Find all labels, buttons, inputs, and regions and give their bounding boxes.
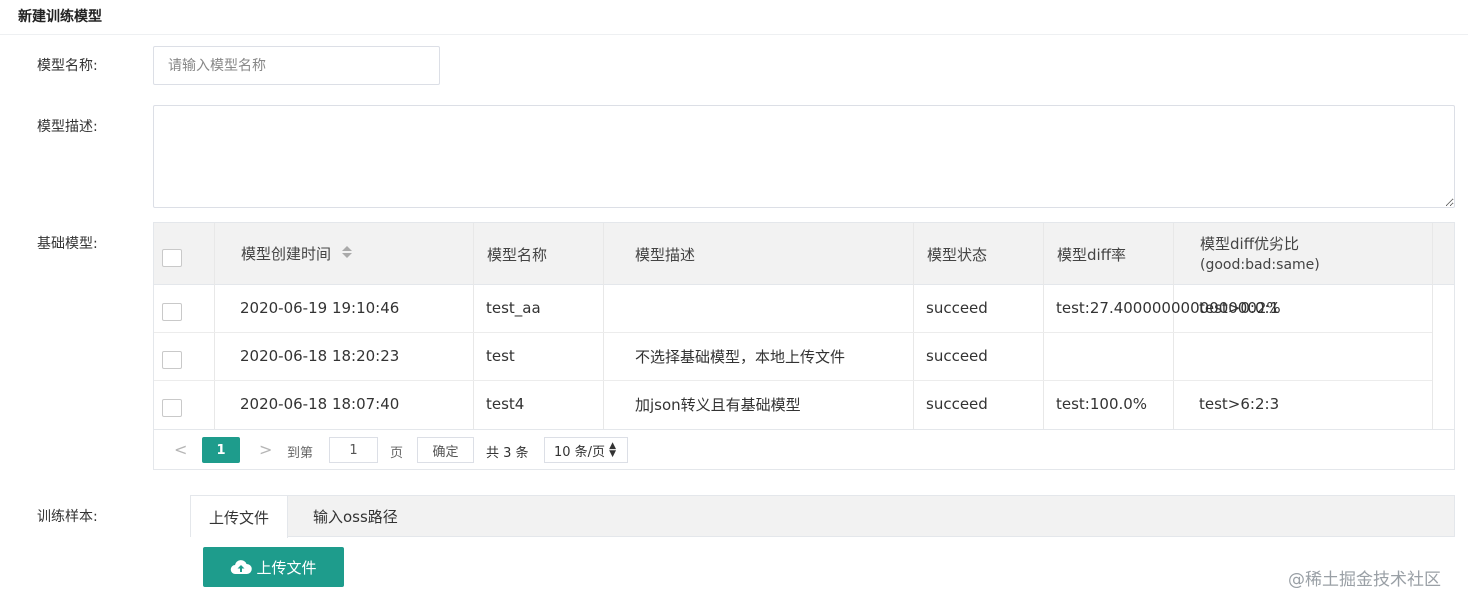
training-sample-label: 训练样本: <box>37 509 98 525</box>
select-caret-icon: ▲ ▼ <box>609 441 616 459</box>
cell-created: 2020-06-18 18:20:23 <box>240 347 400 365</box>
upload-file-button[interactable]: 上传文件 <box>203 547 344 587</box>
base-model-table: 模型创建时间 模型名称 模型描述 模型状态 模型diff率 模型diff优劣比 … <box>153 222 1455 470</box>
model-desc-textarea[interactable] <box>153 105 1455 208</box>
cloud-upload-icon <box>231 560 253 575</box>
page-size-value: 10 条/页 <box>554 444 606 460</box>
pagination: < 1 > 到第 页 确定 共 3 条 10 条/页 ▲▼ <box>154 429 1454 469</box>
cell-ratio: test>0:0:1 <box>1199 299 1280 317</box>
total-count: 共 3 条 <box>486 446 529 461</box>
column-divider <box>214 223 215 429</box>
header-created-time[interactable]: 模型创建时间 <box>241 241 353 265</box>
upload-file-label: 上传文件 <box>256 558 317 577</box>
header-status: 模型状态 <box>927 245 988 264</box>
sample-source-tabs: 上传文件 输入oss路径 <box>190 495 1455 538</box>
sort-icon[interactable] <box>341 246 353 260</box>
goto-label: 到第 <box>287 446 314 461</box>
model-desc-label: 模型描述: <box>37 119 98 135</box>
page-unit-label: 页 <box>390 446 404 461</box>
cell-name: test <box>486 347 515 365</box>
cell-ratio: test>6:2:3 <box>1199 395 1280 413</box>
row-checkbox[interactable] <box>162 399 182 417</box>
watermark: @稀土掘金技术社区 <box>1288 570 1441 590</box>
title-divider <box>0 34 1468 35</box>
header-desc: 模型描述 <box>635 245 696 264</box>
row-checkbox[interactable] <box>162 303 182 321</box>
cell-status: succeed <box>926 347 988 365</box>
cell-status: succeed <box>926 395 988 413</box>
cell-desc: 加json转义且有基础模型 <box>635 395 801 414</box>
base-model-label: 基础模型: <box>37 236 98 252</box>
column-divider <box>473 223 474 429</box>
tab-oss-path[interactable]: 输入oss路径 <box>295 496 416 537</box>
next-page-icon[interactable]: > <box>259 440 272 459</box>
row-checkbox[interactable] <box>162 351 182 369</box>
column-divider <box>913 223 914 429</box>
header-ratio-line2: (good:bad:same) <box>1200 257 1320 273</box>
cell-created: 2020-06-18 18:07:40 <box>240 395 400 413</box>
column-divider <box>1043 223 1044 429</box>
cell-status: succeed <box>926 299 988 317</box>
goto-confirm-button[interactable]: 确定 <box>417 437 474 463</box>
model-name-label: 模型名称: <box>37 58 98 74</box>
tab-upload-file[interactable]: 上传文件 <box>191 496 289 538</box>
page-1-button[interactable]: 1 <box>202 437 240 463</box>
column-divider <box>1432 223 1433 429</box>
model-name-input[interactable] <box>153 46 440 85</box>
cell-name: test4 <box>486 395 525 413</box>
header-created-time-label: 模型创建时间 <box>241 244 332 263</box>
prev-page-icon[interactable]: < <box>174 440 187 459</box>
row-divider <box>154 332 1432 333</box>
header-name: 模型名称 <box>487 245 548 264</box>
goto-page-input[interactable] <box>329 437 378 463</box>
cell-diff: test:100.0% <box>1056 395 1148 413</box>
select-all-checkbox[interactable] <box>162 249 182 267</box>
page-size-select[interactable]: 10 条/页 ▲ ▼ <box>544 437 628 463</box>
column-divider <box>1173 223 1174 429</box>
cell-name: test_aa <box>486 299 541 317</box>
row-divider <box>154 380 1432 381</box>
column-divider <box>603 223 604 429</box>
header-ratio-line1: 模型diff优劣比 <box>1200 234 1300 253</box>
page-title: 新建训练模型 <box>18 9 102 25</box>
header-diff: 模型diff率 <box>1057 245 1127 264</box>
cell-desc: 不选择基础模型，本地上传文件 <box>635 347 846 366</box>
cell-created: 2020-06-19 19:10:46 <box>240 299 400 317</box>
